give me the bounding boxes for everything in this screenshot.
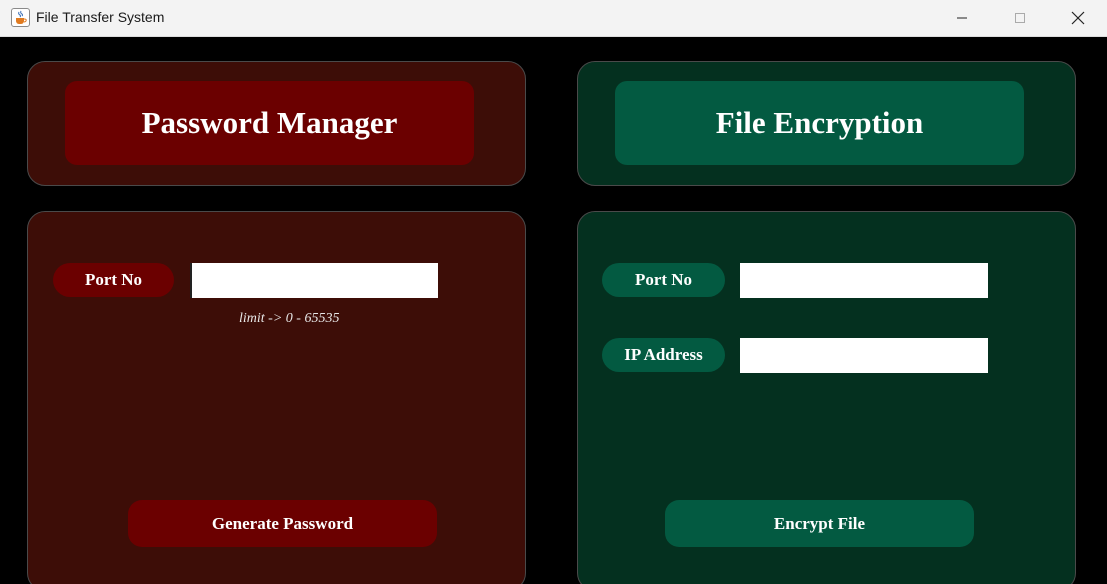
password-port-input[interactable] <box>190 263 438 298</box>
password-manager-title: Password Manager <box>65 81 474 165</box>
close-icon <box>1071 11 1085 25</box>
ip-address-label: IP Address <box>602 338 725 372</box>
encrypt-file-button[interactable]: Encrypt File <box>665 500 974 547</box>
password-port-label: Port No <box>53 263 174 297</box>
encryption-port-input[interactable] <box>740 263 988 298</box>
maximize-icon <box>1015 13 1025 23</box>
window-title: File Transfer System <box>36 9 165 25</box>
minimize-button[interactable] <box>939 0 985 36</box>
close-button[interactable] <box>1055 0 1101 36</box>
port-limit-hint: limit -> 0 - 65535 <box>239 311 340 326</box>
java-cup-icon <box>11 8 30 27</box>
minimize-icon <box>957 17 967 19</box>
generate-password-button[interactable]: Generate Password <box>128 500 437 547</box>
window-titlebar: File Transfer System <box>0 0 1107 37</box>
ip-address-input[interactable] <box>740 338 988 373</box>
encryption-port-label: Port No <box>602 263 725 297</box>
file-encryption-title: File Encryption <box>615 81 1024 165</box>
maximize-button[interactable] <box>997 0 1043 36</box>
